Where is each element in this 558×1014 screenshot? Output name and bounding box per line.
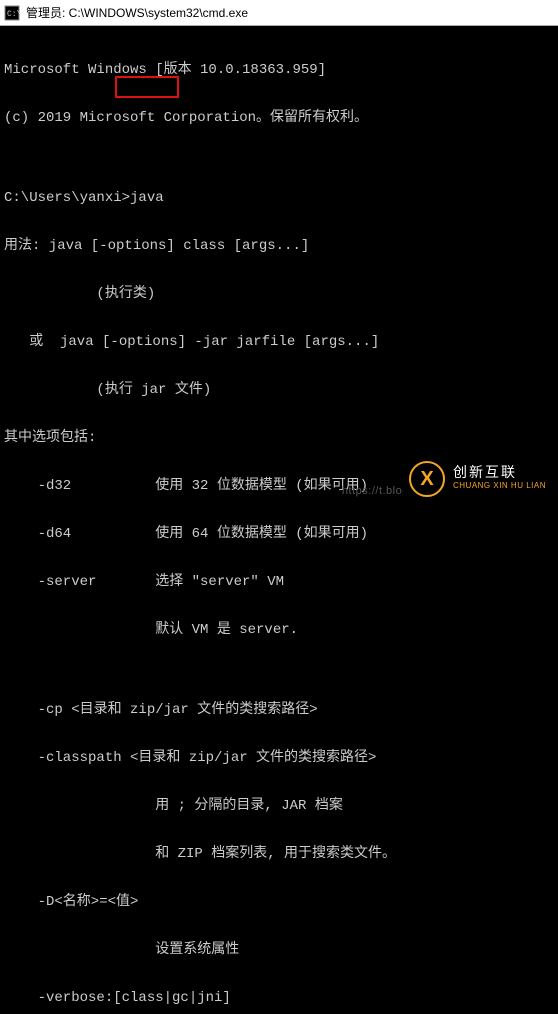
window-title: 管理员: C:\WINDOWS\system32\cmd.exe: [26, 4, 248, 21]
brand-en: CHUANG XIN HU LIAN: [453, 479, 546, 493]
terminal-line: 和 ZIP 档案列表, 用于搜索类文件。: [4, 846, 554, 862]
terminal-line: Microsoft Windows [版本 10.0.18363.959]: [4, 62, 554, 78]
window-titlebar: C:\ 管理员: C:\WINDOWS\system32\cmd.exe: [0, 0, 558, 26]
terminal-line: -cp <目录和 zip/jar 文件的类搜索路径>: [4, 702, 554, 718]
brand-logo-icon: X: [409, 461, 445, 497]
terminal-line: (c) 2019 Microsoft Corporation。保留所有权利。: [4, 110, 554, 126]
brand-cn: 创新互联: [453, 465, 546, 479]
terminal-line: -D<名称>=<值>: [4, 894, 554, 910]
terminal-line: C:\Users\yanxi>java: [4, 190, 554, 206]
terminal-line: -server 选择 "server" VM: [4, 574, 554, 590]
terminal-line: 其中选项包括:: [4, 430, 554, 446]
cmd-icon: C:\: [4, 5, 20, 21]
terminal-line: (执行类): [4, 286, 554, 302]
terminal-line: -verbose:[class|gc|jni]: [4, 990, 554, 1006]
terminal-line: 默认 VM 是 server.: [4, 622, 554, 638]
terminal-line: 用 ; 分隔的目录, JAR 档案: [4, 798, 554, 814]
terminal-line: (执行 jar 文件): [4, 382, 554, 398]
terminal-line: 用法: java [-options] class [args...]: [4, 238, 554, 254]
terminal-line: -d64 使用 64 位数据模型 (如果可用): [4, 526, 554, 542]
brand-text: 创新互联 CHUANG XIN HU LIAN: [453, 465, 546, 493]
terminal-line: -classpath <目录和 zip/jar 文件的类搜索路径>: [4, 750, 554, 766]
brand-watermark: X 创新互联 CHUANG XIN HU LIAN: [403, 457, 552, 501]
terminal-output[interactable]: Microsoft Windows [版本 10.0.18363.959] (c…: [0, 26, 558, 1014]
svg-text:C:\: C:\: [7, 10, 20, 19]
terminal-line: 设置系统属性: [4, 942, 554, 958]
terminal-line: 或 java [-options] -jar jarfile [args...]: [4, 334, 554, 350]
